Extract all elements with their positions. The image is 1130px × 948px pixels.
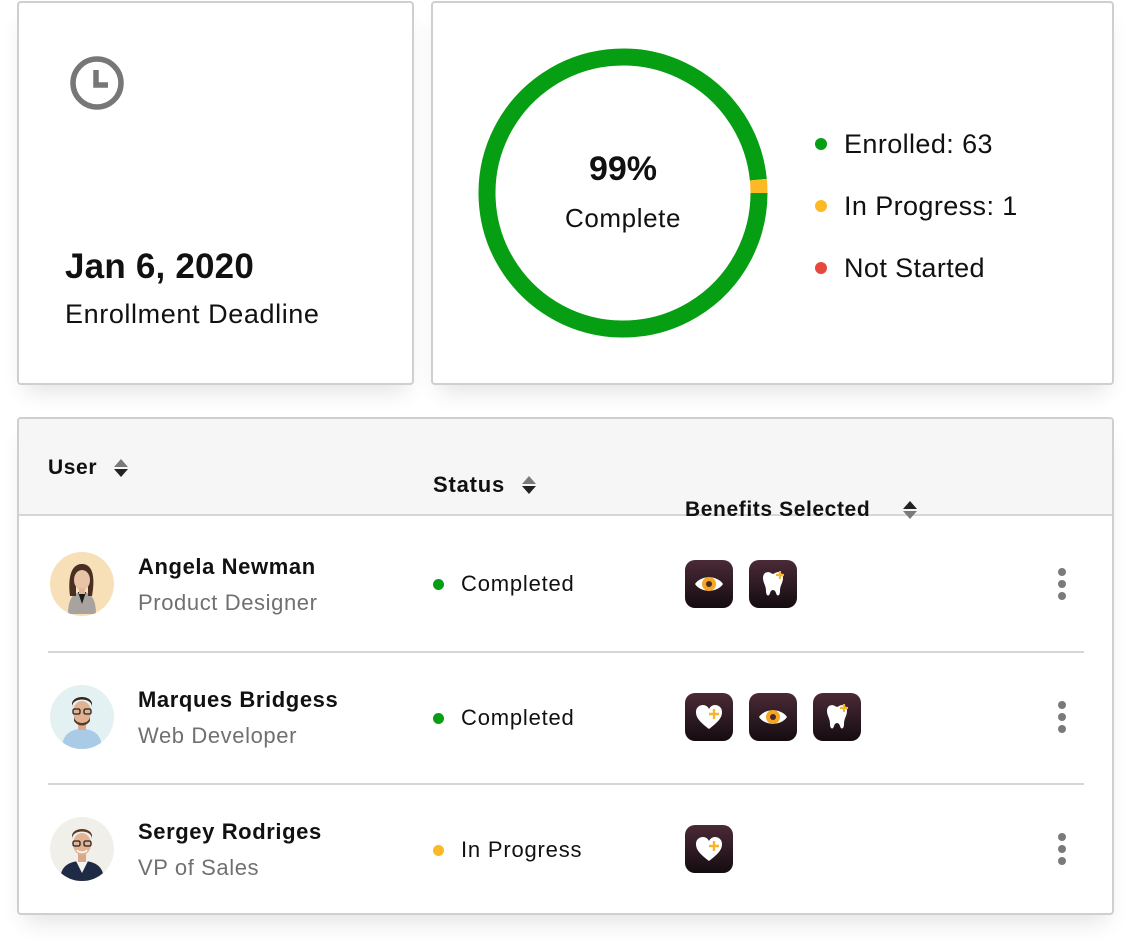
progress-donut-chart xyxy=(478,48,768,338)
legend-item-in-progress: In Progress: 1 xyxy=(815,175,1018,237)
benefit-vision[interactable] xyxy=(749,693,797,741)
sort-icon[interactable] xyxy=(114,458,129,477)
enrollment-progress-card: 99% Complete Enrolled: 63 In Progress: 1… xyxy=(431,1,1114,385)
more-vertical-icon[interactable] xyxy=(1050,831,1074,867)
more-vertical-icon[interactable] xyxy=(1050,566,1074,602)
eye-icon xyxy=(695,577,723,591)
user-role: Product Designer xyxy=(138,590,318,615)
user-name: Angela Newman xyxy=(138,554,316,579)
user-role: VP of Sales xyxy=(138,855,260,880)
donut-segment-enrolled xyxy=(478,48,768,338)
column-header-user[interactable]: User xyxy=(48,419,129,516)
status-badge: Completed xyxy=(433,518,575,650)
status-dot xyxy=(433,578,444,590)
benefits-list xyxy=(685,825,733,873)
users-table: User Status Benefits Selected Angela New… xyxy=(17,417,1114,915)
legend-dot-not-started xyxy=(815,262,827,274)
table-row[interactable]: Angela Newman Product Designer Completed xyxy=(48,518,1084,650)
legend-label-in-progress: In Progress: 1 xyxy=(844,190,1018,221)
heart-plus-icon xyxy=(696,705,722,729)
user-name: Sergey Rodriges xyxy=(138,819,322,844)
table-row[interactable]: Sergey Rodriges VP of Sales In Progress xyxy=(48,783,1084,913)
status-dot xyxy=(433,844,444,856)
eye-icon xyxy=(759,710,787,724)
avatar-sergey xyxy=(50,817,114,881)
column-label-status: Status xyxy=(433,472,506,497)
tooth-icon xyxy=(763,571,784,596)
legend-dot-in-progress xyxy=(815,200,827,212)
benefit-health[interactable] xyxy=(685,825,733,873)
status-label: Completed xyxy=(461,571,575,596)
benefits-list xyxy=(685,560,797,608)
benefit-health[interactable] xyxy=(685,693,733,741)
status-label: Completed xyxy=(461,705,575,730)
deadline-card: Jan 6, 2020 Enrollment Deadline xyxy=(17,1,414,385)
status-badge: Completed xyxy=(433,653,575,783)
table-header: User Status Benefits Selected xyxy=(19,419,1112,521)
user-role: Web Developer xyxy=(138,723,298,748)
avatar-marques xyxy=(50,685,114,749)
benefit-vision[interactable] xyxy=(685,560,733,608)
legend-label-not-started: Not Started xyxy=(844,252,985,283)
deadline-date: Jan 6, 2020 xyxy=(65,247,255,286)
donut-subtitle: Complete xyxy=(564,203,682,233)
legend-item-enrolled: Enrolled: 63 xyxy=(815,113,1018,175)
status-label: In Progress xyxy=(461,837,583,862)
legend-label-enrolled: Enrolled: 63 xyxy=(844,128,993,159)
benefit-dental[interactable] xyxy=(813,693,861,741)
more-vertical-icon[interactable] xyxy=(1050,699,1074,735)
table-row[interactable]: Marques Bridgess Web Developer Completed xyxy=(48,651,1084,783)
tooth-icon xyxy=(827,704,848,729)
sort-icon[interactable] xyxy=(903,500,918,519)
legend-dot-enrolled xyxy=(815,138,827,150)
benefits-list xyxy=(685,693,861,741)
sort-icon[interactable] xyxy=(522,476,537,494)
user-name: Marques Bridgess xyxy=(138,687,339,712)
column-label-user: User xyxy=(48,455,98,479)
deadline-label: Enrollment Deadline xyxy=(65,299,320,329)
avatar-angela xyxy=(50,552,114,616)
legend-item-not-started: Not Started xyxy=(815,237,1018,299)
heart-plus-icon xyxy=(696,837,722,861)
progress-legend: Enrolled: 63 In Progress: 1 Not Started xyxy=(815,113,1018,299)
donut-percent: 99% xyxy=(588,150,658,188)
status-badge: In Progress xyxy=(433,785,583,913)
benefit-dental[interactable] xyxy=(749,560,797,608)
clock-icon xyxy=(70,56,124,110)
status-dot xyxy=(433,712,444,724)
